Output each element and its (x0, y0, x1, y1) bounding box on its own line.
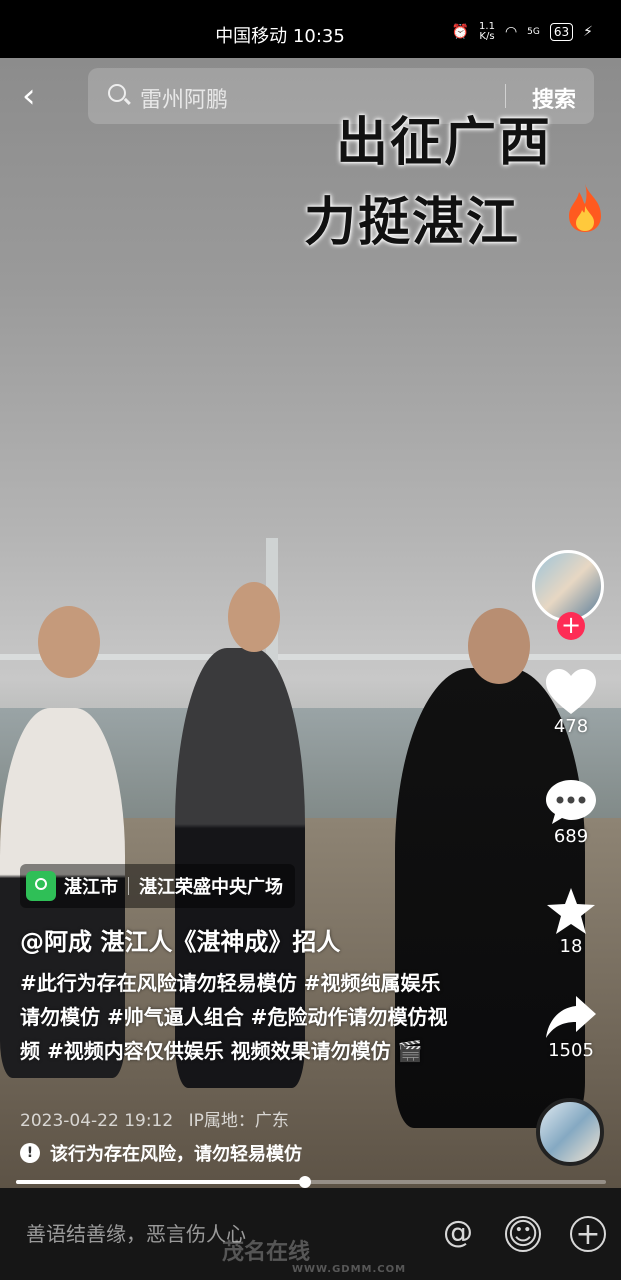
favorite-button[interactable]: 18 (540, 886, 602, 957)
fire-icon (569, 184, 601, 232)
comment-button[interactable]: 689 (540, 778, 602, 847)
star-icon (547, 888, 595, 934)
emoji-icon[interactable]: ☺ (505, 1216, 541, 1252)
progress-knob[interactable] (299, 1176, 312, 1188)
like-count: 478 (553, 716, 589, 737)
status-icons: ⏰ 1.1 K/s ◠ 5G 63 ⚡ (452, 22, 593, 42)
comment-icon (546, 780, 596, 824)
post-caption[interactable]: #此行为存在风险请勿轻易模仿 #视频纯属娱乐请勿模仿 #帅气逼人组合 #危险动作… (20, 966, 460, 1068)
post-author-line[interactable]: @阿成 湛江人《湛神成》招人 (20, 922, 340, 957)
mention-icon[interactable]: @ (440, 1216, 476, 1252)
watermark-name: 茂名在线 (222, 1240, 311, 1265)
location-chip[interactable]: 湛江市 湛江荣盛中央广场 (20, 864, 295, 908)
person-left-head (38, 606, 100, 678)
location-city: 湛江市 (64, 877, 118, 898)
music-disc[interactable] (536, 1098, 604, 1166)
location-pin-icon (26, 871, 56, 901)
network-speed: 1.1 K/s (479, 21, 495, 42)
search-icon (108, 84, 126, 102)
progress-fill (16, 1180, 306, 1184)
comment-count: 689 (553, 826, 589, 847)
person-right-head (468, 608, 530, 684)
location-place: 湛江荣盛中央广场 (139, 877, 283, 898)
alarm-icon: ⏰ (451, 24, 470, 40)
favorite-count: 18 (559, 936, 583, 957)
search-query[interactable]: 雷州阿鹏 (140, 82, 228, 114)
add-icon[interactable]: + (570, 1216, 606, 1252)
warning-icon: ! (20, 1143, 40, 1163)
comment-input[interactable]: 善语结善缘，恶言伤人心 (26, 1218, 246, 1247)
status-bar: 中国移动 10:35 ⏰ 1.1 K/s ◠ 5G 63 ⚡ (0, 0, 621, 58)
site-watermark: 茂名在线 WWW.GDMM.COM (222, 1234, 406, 1275)
person-center-head (228, 582, 280, 652)
like-button[interactable]: 478 (540, 668, 602, 737)
post-meta: 2023-04-22 19:12 IP属地：广东 (20, 1106, 289, 1131)
back-arrow-icon[interactable]: ‹ (22, 79, 58, 116)
video-progress-bar[interactable] (16, 1176, 606, 1188)
share-arrow-icon (546, 996, 596, 1038)
post-datetime: 2023-04-22 19:12 (20, 1111, 174, 1131)
signal-5g-icon: 5G (527, 27, 540, 37)
risk-warning-text: 该行为存在风险，请勿轻易模仿 (50, 1144, 302, 1165)
video-title-line2: 力挺湛江 (304, 193, 521, 253)
share-count: 1505 (548, 1040, 594, 1061)
video-title-line1: 出征广西 (336, 113, 553, 173)
follow-button[interactable]: + (557, 612, 585, 640)
charging-icon: ⚡ (583, 24, 593, 40)
battery-icon: 63 (549, 23, 574, 41)
risk-warning: ! 该行为存在风险，请勿轻易模仿 (20, 1140, 302, 1166)
location-divider (128, 877, 129, 895)
heart-icon (546, 669, 596, 714)
watermark-url: WWW.GDMM.COM (292, 1264, 407, 1275)
post-ip-location: IP属地：广东 (188, 1111, 289, 1131)
wifi-icon: ◠ (504, 24, 518, 40)
share-button[interactable]: 1505 (540, 994, 602, 1061)
